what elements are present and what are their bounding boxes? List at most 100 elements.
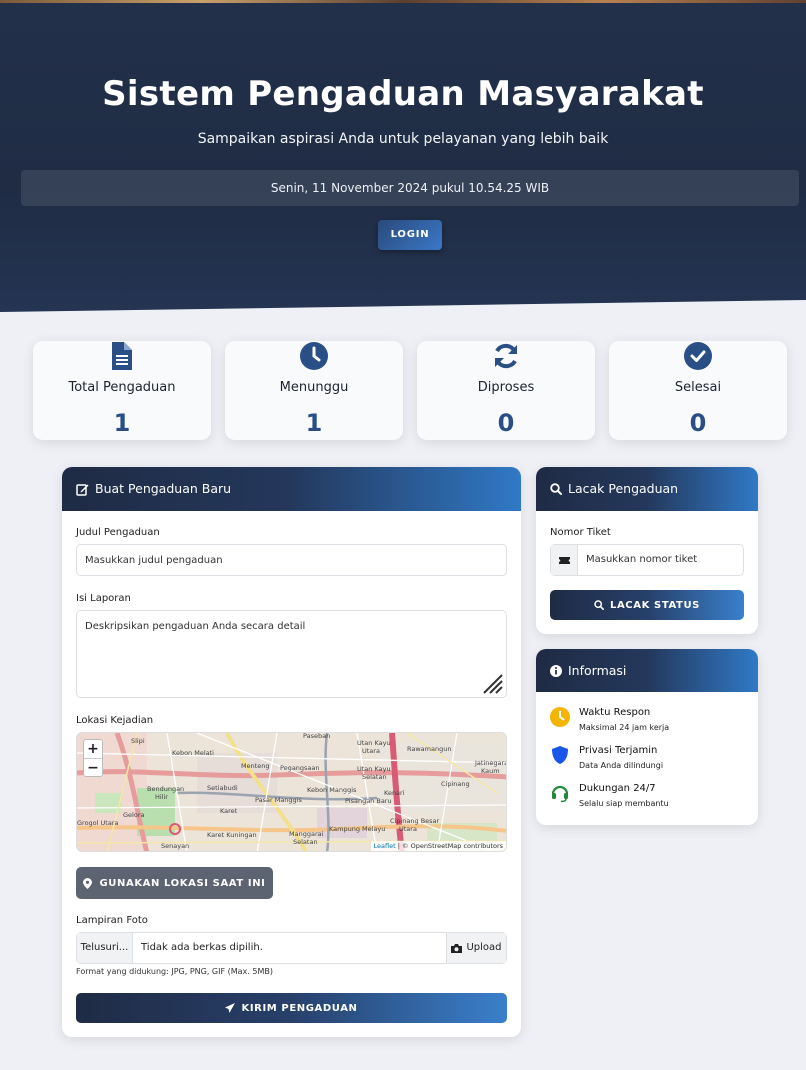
stat-card-processing: Diproses 0 [417,341,595,440]
title-input[interactable]: Masukkan judul pengaduan [76,544,507,576]
clock-icon [550,707,570,727]
hero-top-strip [0,0,806,3]
svg-text:Setiabudi: Setiabudi [207,784,238,792]
svg-text:Cipinang: Cipinang [441,780,470,788]
svg-text:Karet Kuningan: Karet Kuningan [207,831,257,839]
svg-text:Kebon Manggis: Kebon Manggis [307,786,357,794]
stat-card-total: Total Pengaduan 1 [33,341,211,440]
svg-text:Gelora: Gelora [123,811,144,819]
stat-card-waiting: Menunggu 1 [225,341,403,440]
zoom-out-button[interactable]: − [84,758,102,776]
paper-plane-icon [225,1003,236,1013]
resize-handle-icon[interactable] [478,669,504,695]
ticket-icon [558,556,570,564]
browse-button[interactable]: Telusuri... [77,933,133,963]
info-item-sub: Maksimal 24 jam kerja [579,723,670,732]
track-panel: Lacak Pengaduan Nomor Tiket Masukkan nom… [536,467,758,634]
stat-value: 0 [497,409,515,437]
page-title: Sistem Pengaduan Masyarakat [102,74,704,114]
info-item-title: Waktu Respon [579,707,651,718]
info-item-privacy: Privasi Terjamin Data Anda dilindungi [550,745,663,770]
format-hint: Format yang didukung: JPG, PNG, GIF (Max… [76,967,273,976]
svg-text:Karet: Karet [220,807,238,815]
title-label: Judul Pengaduan [76,527,160,538]
svg-text:Jatinegara: Jatinegara [474,759,507,767]
svg-text:Hilir: Hilir [155,793,168,801]
track-header: Lacak Pengaduan [536,467,758,511]
svg-text:Bendungan: Bendungan [147,785,184,793]
map-attribution: Leaflet | © OpenStreetMap contributors [370,841,506,851]
svg-text:Utan Kayu: Utan Kayu [357,739,391,747]
stat-label: Total Pengaduan [68,380,176,395]
info-item-title: Dukungan 24/7 [579,783,656,794]
clock-icon [300,342,328,370]
title-placeholder: Masukkan judul pengaduan [85,555,223,566]
camera-icon [451,943,463,953]
svg-text:Utara: Utara [399,825,417,833]
info-panel: Informasi Waktu Respon Maksimal 24 jam k… [536,649,758,825]
info-item-response: Waktu Respon Maksimal 24 jam kerja [550,707,669,732]
svg-text:Paseban: Paseban [303,733,330,740]
report-textarea[interactable]: Deskripsikan pengaduan Anda secara detai… [76,610,507,698]
svg-text:Senayan: Senayan [161,842,189,850]
complaint-form-title: Buat Pengaduan Baru [95,481,232,496]
stat-card-done: Selesai 0 [609,341,787,440]
svg-text:Manggarai: Manggarai [289,830,324,838]
edit-icon [76,483,89,496]
zoom-in-button[interactable]: + [84,740,102,758]
map-tiles: Slipi Kebon Melati Menteng Pegangsaan Pa… [77,733,507,851]
svg-text:Kebon Melati: Kebon Melati [172,749,214,757]
submit-complaint-label: KIRIM PENGADUAN [241,1002,358,1014]
svg-text:Utara: Utara [362,747,380,755]
shield-icon [552,746,568,764]
svg-text:Utan Kayu: Utan Kayu [357,765,391,773]
submit-complaint-button[interactable]: KIRIM PENGADUAN [76,993,507,1023]
file-status: Tidak ada berkas dipilih. [141,942,263,953]
stat-value: 1 [113,409,131,437]
leaflet-link[interactable]: Leaflet [374,842,396,850]
info-title: Informasi [568,663,627,678]
search-icon [550,483,562,495]
svg-text:Pisangan Baru: Pisangan Baru [345,797,392,805]
stat-label: Selesai [674,380,722,395]
location-map[interactable]: Slipi Kebon Melati Menteng Pegangsaan Pa… [76,732,507,852]
info-icon [550,664,562,677]
ticket-placeholder: Masukkan nomor tiket [586,554,698,565]
svg-text:Kaum: Kaum [481,767,500,775]
stat-label: Diproses [477,380,535,395]
svg-text:Pegangsaan: Pegangsaan [280,764,320,772]
photo-label: Lampiran Foto [76,915,148,926]
stat-value: 1 [305,409,323,437]
map-pin-icon [83,877,93,889]
stat-label: Menunggu [279,380,349,395]
info-item-title: Privasi Terjamin [579,745,658,756]
report-placeholder: Deskripsikan pengaduan Anda secara detai… [85,621,306,632]
search-icon [594,600,604,610]
document-icon [112,342,132,370]
upload-button[interactable]: Upload [446,933,506,963]
location-label: Lokasi Kejadian [76,715,154,726]
complaint-form-header: Buat Pengaduan Baru [62,467,521,511]
svg-text:Selatan: Selatan [362,773,387,781]
sync-icon [495,343,517,369]
osm-attribution: | © OpenStreetMap contributors [395,842,503,850]
track-status-button[interactable]: LACAK STATUS [550,590,744,620]
info-item-sub: Data Anda dilindungi [579,761,664,770]
info-item-support: Dukungan 24/7 Selalu siap membantu [550,783,669,808]
info-item-sub: Selalu siap membantu [579,799,669,808]
map-zoom-control: + − [83,739,103,777]
hero-banner: Sistem Pengaduan Masyarakat Sampaikan as… [0,0,806,312]
svg-text:Cipinang Besar: Cipinang Besar [390,817,440,825]
use-current-location-button[interactable]: GUNAKAN LOKASI SAAT INI [76,867,273,899]
upload-label: Upload [466,942,502,953]
use-current-location-label: GUNAKAN LOKASI SAAT INI [99,877,266,889]
svg-text:Kampung Melayu: Kampung Melayu [329,825,385,833]
track-status-label: LACAK STATUS [610,599,700,611]
login-button[interactable]: LOGIN [378,220,442,250]
svg-text:Rawamangun: Rawamangun [407,745,451,753]
datetime-bar: Senin, 11 November 2024 pukul 10.54.25 W… [21,170,799,206]
report-label: Isi Laporan [76,593,131,604]
photo-file-input[interactable]: Telusuri... Tidak ada berkas dipilih. Up… [76,932,507,964]
ticket-input-group[interactable]: Masukkan nomor tiket [550,544,744,576]
stat-value: 0 [689,409,707,437]
